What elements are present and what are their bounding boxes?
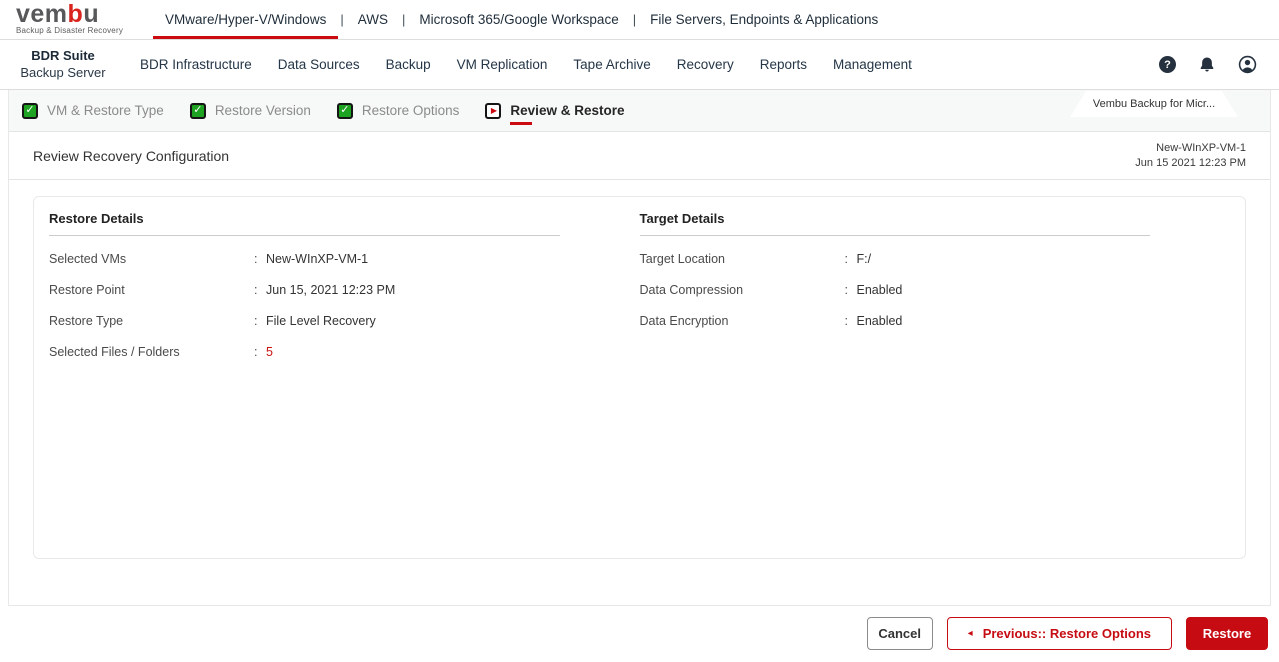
data-compression-value: Enabled	[856, 282, 903, 297]
selected-files-count-link[interactable]: 5	[266, 345, 560, 359]
cancel-button[interactable]: Cancel	[866, 617, 933, 650]
restore-details-section: Restore Details Selected VMs : New-WInXP…	[49, 211, 560, 367]
step-label: Restore Options	[361, 103, 460, 118]
restore-details-title: Restore Details	[49, 211, 560, 236]
menu-item-management[interactable]: Management	[833, 57, 912, 72]
restore-point-value: Jun 15, 2021 12:23 PM	[266, 282, 396, 297]
review-content: Restore Details Selected VMs : New-WInXP…	[9, 180, 1270, 575]
nav-separator: |	[632, 12, 637, 27]
menu-item-backup[interactable]: Backup	[386, 57, 431, 72]
menu-item-data-sources[interactable]: Data Sources	[278, 57, 360, 72]
selected-vms-value: New-WInXP-VM-1	[266, 251, 369, 266]
main-nav-bar: BDR Suite Backup Server BDR Infrastructu…	[0, 40, 1279, 90]
step-label: VM & Restore Type	[47, 103, 164, 118]
top-bar: vembu Backup & Disaster Recovery VMware/…	[0, 0, 1279, 40]
product-tab-vmware-hyperv-windows[interactable]: VMware/Hyper-V/Windows	[153, 0, 339, 39]
vembu-backup-product-tab[interactable]: Vembu Backup for Micr...	[1070, 91, 1238, 117]
play-icon: ▶	[485, 102, 502, 119]
account-user-icon[interactable]	[1238, 55, 1257, 74]
check-icon: ✓	[336, 102, 353, 119]
data-encryption-value: Enabled	[856, 313, 903, 328]
menu-item-tape-archive[interactable]: Tape Archive	[573, 57, 650, 72]
nav-separator: |	[340, 12, 344, 27]
review-card: Restore Details Selected VMs : New-WInXP…	[33, 196, 1246, 559]
restore-button[interactable]: Restore	[1186, 617, 1268, 650]
restore-type-value: File Level Recovery	[266, 313, 376, 328]
suite-title: BDR Suite	[31, 48, 95, 64]
suite-subtitle: Backup Server	[20, 64, 106, 80]
vembu-logo-tagline: Backup & Disaster Recovery	[16, 26, 124, 36]
menu-item-reports[interactable]: Reports	[760, 57, 807, 72]
step-restore-options[interactable]: ✓ Restore Options	[336, 102, 460, 119]
nav-separator: |	[401, 12, 406, 27]
detail-row-data-encryption: Data Encryption : Enabled	[640, 305, 1151, 336]
context-vm-name: New-WInXP-VM-1	[1156, 141, 1246, 154]
context-timestamp: Jun 15 2021 12:23 PM	[1135, 156, 1246, 169]
help-icon[interactable]: ?	[1159, 56, 1176, 73]
detail-row-data-compression: Data Compression : Enabled	[640, 274, 1151, 305]
detail-row-target-location: Target Location : F:/	[640, 243, 1151, 274]
vembu-logo[interactable]: vembu Backup & Disaster Recovery	[16, 0, 137, 39]
menu-item-recovery[interactable]: Recovery	[677, 57, 734, 72]
detail-row-selected-files: Selected Files / Folders : 5	[49, 336, 560, 367]
check-icon: ✓	[22, 102, 38, 119]
target-details-title: Target Details	[639, 211, 1150, 236]
vembu-logo-word: vembu	[16, 0, 100, 28]
suite-selector[interactable]: BDR Suite Backup Server	[0, 48, 126, 81]
product-tab-aws[interactable]: AWS	[346, 0, 400, 39]
page-title: Review Recovery Configuration	[33, 147, 230, 164]
menu-item-bdr-infrastructure[interactable]: BDR Infrastructure	[140, 57, 252, 72]
previous-arrow-icon: ◂	[967, 628, 973, 639]
detail-row-restore-point: Restore Point : Jun 15, 2021 12:23 PM	[49, 274, 560, 305]
target-location-value: F:/	[856, 251, 872, 266]
notifications-bell-icon[interactable]	[1198, 56, 1216, 74]
product-tab-microsoft365-google[interactable]: Microsoft 365/Google Workspace	[407, 0, 630, 39]
target-details-section: Target Details Target Location : F:/ Dat…	[639, 211, 1151, 367]
page-header: Review Recovery Configuration New-WInXP-…	[9, 132, 1270, 180]
previous-button[interactable]: ◂ Previous:: Restore Options	[946, 617, 1172, 650]
product-tab-file-servers[interactable]: File Servers, Endpoints & Applications	[638, 0, 890, 39]
detail-row-selected-vms: Selected VMs : New-WInXP-VM-1	[49, 243, 560, 274]
menu-item-vm-replication[interactable]: VM Replication	[457, 57, 548, 72]
previous-button-label: Previous:: Restore Options	[982, 626, 1151, 641]
footer-actions: Cancel ◂ Previous:: Restore Options Rest…	[0, 606, 1279, 661]
step-label: Restore Version	[214, 103, 311, 118]
restore-context: New-WInXP-VM-1 Jun 15 2021 12:23 PM	[1135, 141, 1246, 171]
check-icon: ✓	[189, 102, 206, 119]
content-wrapper: Vembu Backup for Micr... ✓ VM & Restore …	[8, 90, 1271, 606]
detail-row-restore-type: Restore Type : File Level Recovery	[49, 305, 560, 336]
step-vm-restore-type[interactable]: ✓ VM & Restore Type	[22, 102, 164, 119]
product-nav: VMware/Hyper-V/Windows | AWS | Microsoft…	[153, 0, 890, 39]
step-label: Review & Restore	[510, 103, 625, 125]
nav-icons: ?	[1159, 55, 1279, 74]
step-restore-version[interactable]: ✓ Restore Version	[189, 102, 311, 119]
step-review-restore[interactable]: ▶ Review & Restore	[485, 102, 625, 125]
module-menu: BDR Infrastructure Data Sources Backup V…	[140, 57, 912, 72]
